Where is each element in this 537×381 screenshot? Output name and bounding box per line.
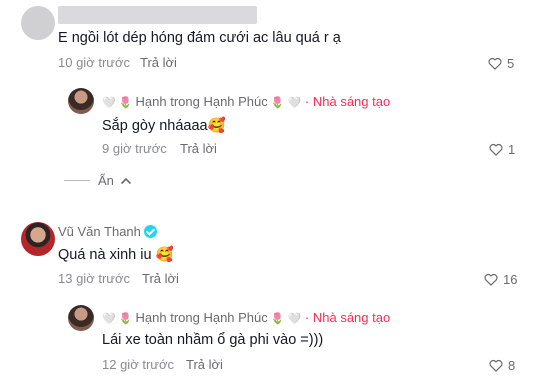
comment-text: E ngồi lót dép hóng đám cưới ac lâu quá … — [58, 30, 341, 46]
heart-icon — [488, 57, 502, 70]
like-button[interactable]: 8 — [489, 358, 515, 373]
comment-time: 9 giờ trước — [102, 141, 167, 156]
like-count: 16 — [503, 272, 518, 287]
like-button[interactable]: 16 — [484, 272, 517, 287]
name-prefix-emoji: 🤍 🌷 — [102, 97, 136, 109]
name-prefix-emoji: 🤍 🌷 — [102, 313, 136, 325]
avatar[interactable] — [21, 222, 55, 256]
comment-text: Quá nà xinh iu 🥰 — [58, 247, 174, 263]
creator-badge: · Nhà sáng tạo — [304, 310, 391, 325]
redacted-username — [58, 6, 257, 24]
chevron-up-icon — [120, 177, 131, 184]
avatar[interactable] — [68, 88, 94, 114]
comment-time: 12 giờ trước — [102, 357, 174, 372]
hide-label: Ẩn — [98, 173, 114, 188]
verified-badge-icon — [143, 225, 157, 238]
heart-icon — [489, 359, 503, 372]
username: Hạnh trong Hạnh Phúc — [135, 310, 268, 325]
heart-icon — [489, 143, 503, 156]
avatar[interactable] — [68, 305, 94, 331]
like-count: 8 — [508, 358, 516, 373]
reply-button[interactable]: Trả lời — [140, 55, 177, 70]
divider-line — [64, 180, 90, 181]
like-count: 5 — [507, 56, 515, 71]
reply-button[interactable]: Trả lời — [180, 141, 217, 156]
comment-time: 13 giờ trước — [58, 271, 130, 286]
like-button[interactable]: 5 — [488, 56, 514, 71]
comment-text: Lái xe toàn nhầm ổ gà phi vào =))) — [102, 332, 324, 348]
like-count: 1 — [508, 142, 516, 157]
creator-badge: · Nhà sáng tạo — [304, 94, 391, 109]
reply-button[interactable]: Trả lời — [142, 271, 179, 286]
comment-text: Sắp gòy nháaaa🥰 — [102, 118, 226, 134]
name-suffix-emoji: 🌷 🤍 — [267, 97, 302, 109]
username: Vũ Văn Thanh — [58, 224, 141, 239]
creator-name[interactable]: 🤍 🌷 Hạnh trong Hạnh Phúc 🌷 🤍 · Nhà sáng … — [102, 94, 390, 109]
heart-icon — [484, 273, 498, 286]
like-button[interactable]: 1 — [489, 142, 515, 157]
username: Hạnh trong Hạnh Phúc — [135, 94, 268, 109]
comment-time: 10 giờ trước — [58, 55, 130, 70]
creator-name[interactable]: 🤍 🌷 Hạnh trong Hạnh Phúc 🌷 🤍 · Nhà sáng … — [102, 310, 390, 325]
name-suffix-emoji: 🌷 🤍 — [267, 313, 302, 325]
reply-button[interactable]: Trả lời — [186, 357, 223, 372]
hide-replies-button[interactable]: Ẩn — [64, 173, 132, 188]
commenter-name[interactable]: Vũ Văn Thanh — [58, 224, 157, 239]
avatar[interactable] — [21, 6, 55, 40]
